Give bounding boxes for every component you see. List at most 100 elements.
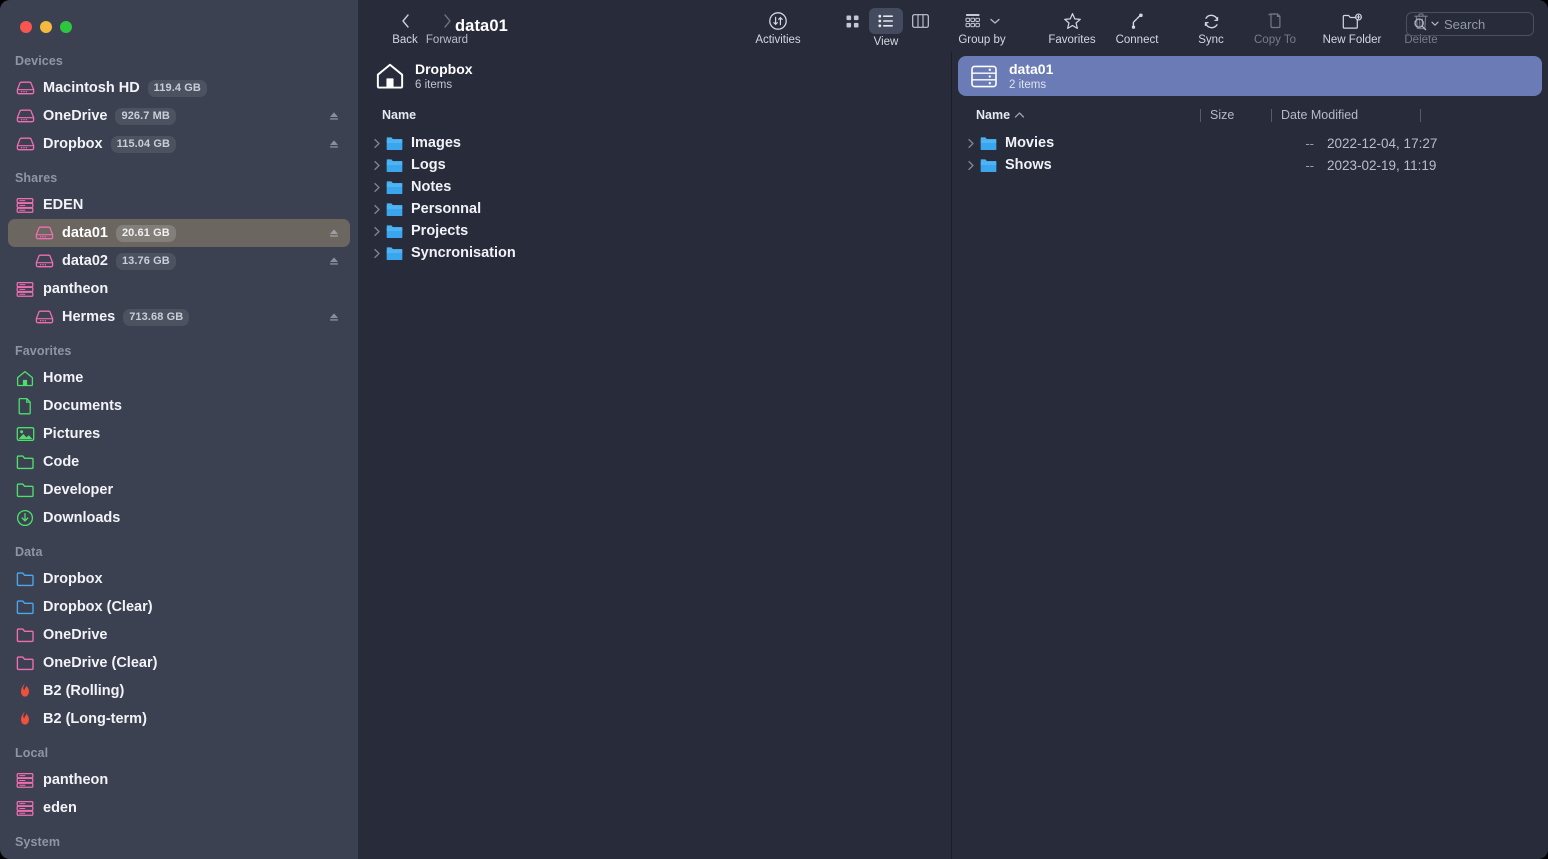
folder-icon bbox=[386, 180, 403, 195]
view-column-button[interactable] bbox=[903, 8, 937, 34]
disclosure-chevron-icon[interactable] bbox=[370, 160, 384, 171]
file-name: Syncronisation bbox=[411, 245, 516, 261]
column-header-name[interactable]: Name bbox=[976, 102, 1191, 128]
folder-icon bbox=[386, 136, 403, 151]
eject-icon[interactable] bbox=[328, 138, 340, 150]
view-list-button[interactable] bbox=[869, 8, 903, 34]
back-label: Back bbox=[392, 34, 418, 46]
sync-button[interactable]: Sync bbox=[1183, 0, 1239, 46]
sidebar-item-data02[interactable]: data0213.76 GB bbox=[8, 247, 350, 275]
table-row[interactable]: Logs bbox=[358, 154, 951, 176]
sidebar-section-favorites: Favorites Home Documents Pictures Code D… bbox=[0, 338, 358, 532]
pane-header[interactable]: Dropbox6 items bbox=[364, 56, 945, 96]
disclosure-chevron-icon[interactable] bbox=[370, 182, 384, 193]
sidebar-item-eden[interactable]: eden bbox=[8, 794, 350, 822]
disclosure-chevron-icon[interactable] bbox=[370, 138, 384, 149]
column-divider[interactable] bbox=[1271, 109, 1272, 122]
search-input[interactable]: Search bbox=[1406, 12, 1534, 36]
sidebar-item-dropbox-clear[interactable]: Dropbox (Clear) bbox=[8, 593, 350, 621]
connector-icon bbox=[1128, 12, 1146, 31]
sidebar-item-b2-long-term[interactable]: B2 (Long-term) bbox=[8, 705, 350, 733]
sidebar-item-eden[interactable]: EDEN bbox=[8, 191, 350, 219]
pane-header-text: Dropbox6 items bbox=[415, 61, 473, 92]
disclosure-chevron-icon[interactable] bbox=[370, 204, 384, 215]
column-header-size[interactable]: Size bbox=[1210, 102, 1262, 128]
column-header-label: Name bbox=[382, 108, 416, 122]
sidebar-item-label: pantheon bbox=[43, 772, 108, 788]
sidebar-item-pantheon[interactable]: pantheon bbox=[8, 766, 350, 794]
sidebar-item-b2-rolling[interactable]: B2 (Rolling) bbox=[8, 677, 350, 705]
disclosure-chevron-icon[interactable] bbox=[964, 160, 978, 171]
sidebar-item-onedrive-clear[interactable]: OneDrive (Clear) bbox=[8, 649, 350, 677]
sidebar-item-pictures[interactable]: Pictures bbox=[8, 420, 350, 448]
table-row[interactable]: Movies--2022-12-04, 17:27 bbox=[952, 132, 1548, 154]
sync-label: Sync bbox=[1198, 34, 1224, 46]
sidebar-item-pantheon[interactable]: pantheon bbox=[8, 275, 350, 303]
activities-button[interactable]: Activities bbox=[742, 0, 814, 46]
hard-drive-icon bbox=[34, 307, 54, 327]
pane-header-title: data01 bbox=[1009, 61, 1053, 77]
table-row[interactable]: Syncronisation bbox=[358, 242, 951, 264]
table-row[interactable]: Images bbox=[358, 132, 951, 154]
table-row[interactable]: Projects bbox=[358, 220, 951, 242]
eject-icon[interactable] bbox=[328, 227, 340, 239]
column-pane-dropbox: Dropbox6 items Name Images Logs bbox=[358, 52, 952, 859]
disclosure-chevron-icon[interactable] bbox=[370, 248, 384, 259]
column-header-date-modified[interactable]: Date Modified bbox=[1281, 102, 1411, 128]
eject-icon[interactable] bbox=[328, 311, 340, 323]
folder-icon bbox=[15, 597, 35, 617]
sidebar-item-onedrive[interactable]: OneDrive bbox=[8, 621, 350, 649]
view-grid-button[interactable] bbox=[835, 8, 869, 34]
sidebar-section-devices: Devices Macintosh HD119.4 GB OneDrive926… bbox=[0, 48, 358, 158]
document-icon bbox=[15, 396, 35, 416]
folder-icon bbox=[15, 480, 35, 500]
file-date-modified: 2023-02-19, 11:19 bbox=[1327, 158, 1436, 173]
file-name: Projects bbox=[411, 223, 468, 239]
table-row[interactable]: Notes bbox=[358, 176, 951, 198]
folder-icon bbox=[980, 158, 997, 173]
search-placeholder: Search bbox=[1444, 17, 1485, 32]
sidebar-item-dropbox[interactable]: Dropbox bbox=[8, 565, 350, 593]
groupby-button[interactable]: Group by bbox=[946, 0, 1018, 46]
sidebar-item-hermes[interactable]: Hermes713.68 GB bbox=[8, 303, 350, 331]
table-row[interactable]: Shows--2023-02-19, 11:19 bbox=[952, 154, 1548, 176]
columns-container: Dropbox6 items Name Images Logs bbox=[358, 52, 1548, 859]
maximize-button[interactable] bbox=[60, 21, 72, 33]
house-icon bbox=[16, 370, 34, 387]
column-divider[interactable] bbox=[1420, 109, 1421, 122]
sidebar-item-developer[interactable]: Developer bbox=[8, 476, 350, 504]
file-date-modified: 2022-12-04, 17:27 bbox=[1327, 136, 1437, 151]
hard-drive-icon bbox=[16, 108, 35, 124]
column-divider[interactable] bbox=[1200, 109, 1201, 122]
eject-icon[interactable] bbox=[328, 255, 340, 267]
pane-header[interactable]: data012 items bbox=[958, 56, 1542, 96]
sidebar-item-label: OneDrive (Clear) bbox=[43, 655, 157, 671]
toolbar: Back Forward data01 bbox=[358, 0, 1548, 52]
sidebar-item-home[interactable]: Home bbox=[8, 364, 350, 392]
sidebar-section-data: Data Dropbox Dropbox (Clear) OneDrive On… bbox=[0, 539, 358, 733]
connect-button[interactable]: Connect bbox=[1105, 0, 1169, 46]
file-name: Images bbox=[411, 135, 461, 151]
sidebar-item-dropbox[interactable]: Dropbox115.04 GB bbox=[8, 130, 350, 158]
sidebar-item-size-badge: 20.61 GB bbox=[116, 225, 176, 242]
sidebar-item-macintosh-hd[interactable]: Macintosh HD119.4 GB bbox=[8, 74, 350, 102]
sidebar-item-data01[interactable]: data0120.61 GB bbox=[8, 219, 350, 247]
sidebar-item-documents[interactable]: Documents bbox=[8, 392, 350, 420]
sidebar-item-downloads[interactable]: Downloads bbox=[8, 504, 350, 532]
close-button[interactable] bbox=[20, 21, 32, 33]
back-button[interactable]: Back bbox=[384, 0, 426, 46]
disclosure-chevron-icon[interactable] bbox=[370, 226, 384, 237]
minimize-button[interactable] bbox=[40, 21, 52, 33]
folder-icon bbox=[386, 246, 403, 261]
disclosure-chevron-icon[interactable] bbox=[964, 138, 978, 149]
new-folder-button[interactable]: New Folder bbox=[1310, 0, 1394, 46]
sidebar-item-code[interactable]: Code bbox=[8, 448, 350, 476]
favorites-button[interactable]: Favorites bbox=[1040, 0, 1104, 46]
table-row[interactable]: Personnal bbox=[358, 198, 951, 220]
column-header-name[interactable]: Name bbox=[382, 102, 682, 128]
copy-to-button[interactable]: Copy To bbox=[1242, 0, 1308, 46]
sidebar-section-title: Data bbox=[0, 539, 358, 565]
sidebar-item-label: Home bbox=[43, 370, 83, 386]
sidebar-item-onedrive[interactable]: OneDrive926.7 MB bbox=[8, 102, 350, 130]
eject-icon[interactable] bbox=[328, 110, 340, 122]
